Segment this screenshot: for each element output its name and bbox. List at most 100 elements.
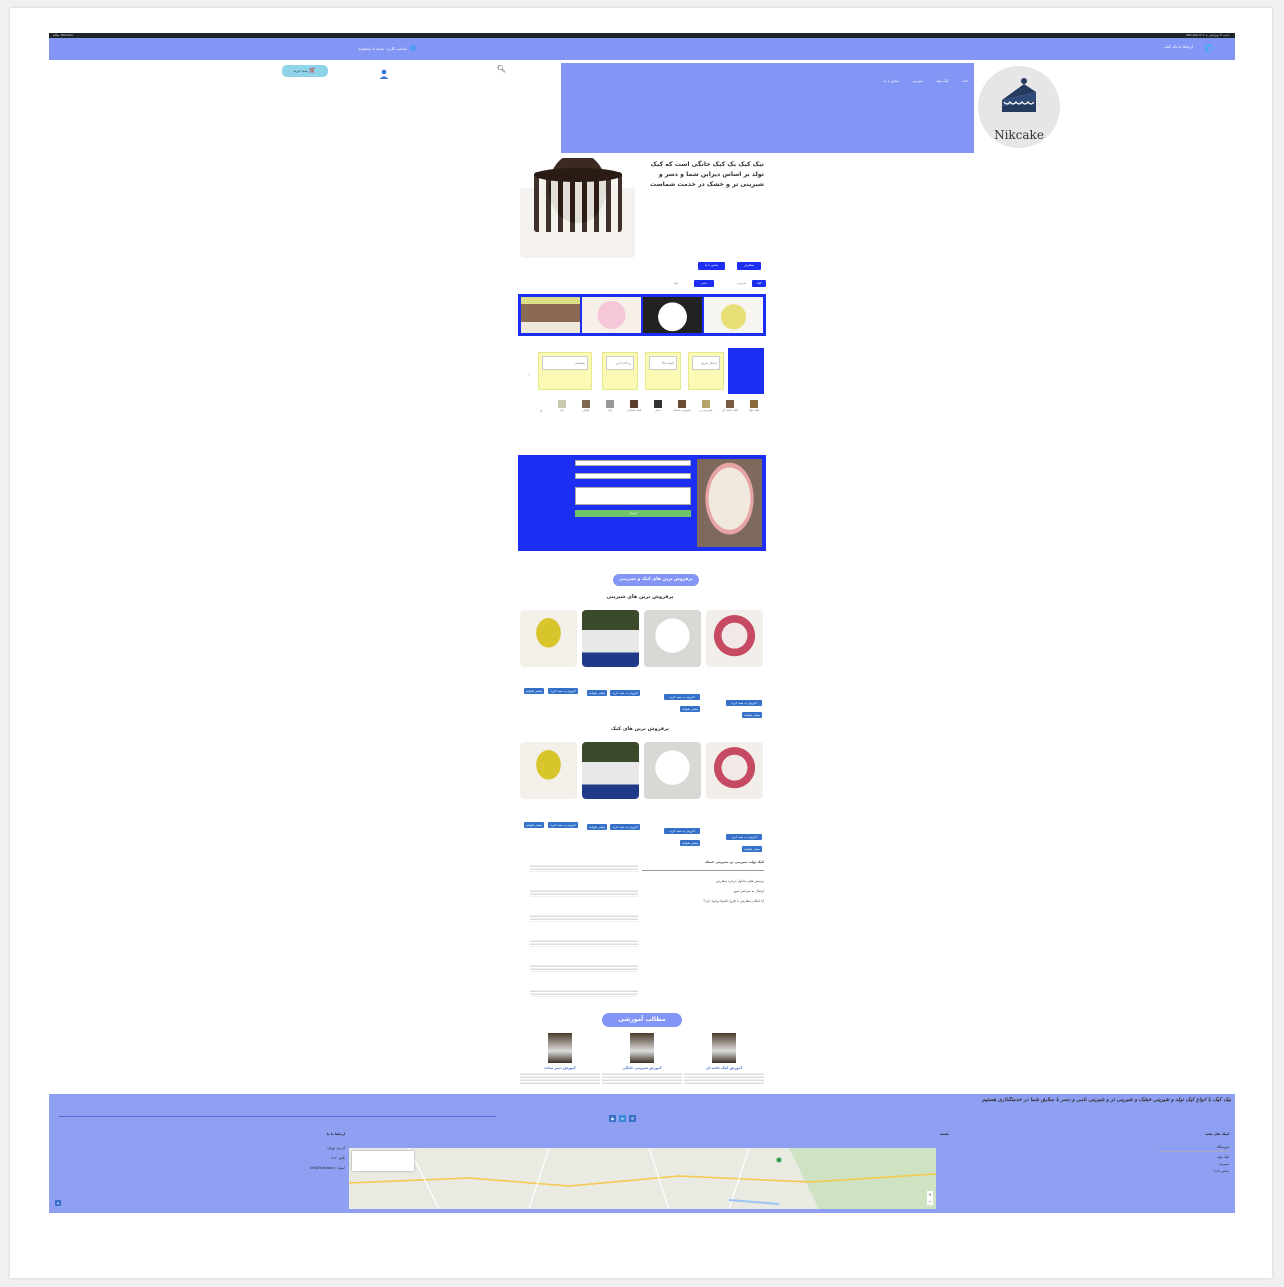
gallery-image[interactable]: [582, 297, 641, 333]
feature-card: پرداخت امن: [602, 352, 638, 390]
product-image[interactable]: [644, 742, 701, 799]
tag-0[interactable]: کیک: [752, 280, 766, 287]
search-icon[interactable]: 🔍︎: [497, 65, 506, 73]
read-more-button[interactable]: بیشتر بخوانید: [742, 846, 762, 852]
read-more-button[interactable]: بیشتر بخوانید: [680, 706, 700, 712]
add-to-cart-button[interactable]: افزودن به سبد خرید: [726, 700, 762, 706]
footer-link[interactable]: فروشگاه: [1159, 1144, 1229, 1152]
map-zoom-controls[interactable]: + −: [927, 1191, 933, 1205]
feature-label: ارسال سریع: [701, 361, 717, 365]
category-label: شیرینی خشک: [673, 408, 691, 412]
read-more-button[interactable]: بیشتر بخوانید: [587, 824, 607, 830]
category-item[interactable]: کیک فنجانی: [624, 400, 644, 452]
gallery-image[interactable]: [643, 297, 702, 333]
features-prev-icon[interactable]: ‹: [528, 372, 530, 378]
map-icon: [349, 1148, 936, 1209]
category-item[interactable]: کیک تولد: [744, 400, 764, 452]
map-info-card[interactable]: [352, 1151, 414, 1171]
articles-row: آموزش کیک خامه ای آموزش شیرینی خانگی آمو…: [520, 1033, 764, 1093]
read-more-button[interactable]: بیشتر بخوانید: [680, 840, 700, 846]
category-item[interactable]: ژله: [600, 400, 620, 452]
category-item[interactable]: شیرینی خشک: [672, 400, 692, 452]
categories-prev-icon[interactable]: ‹: [540, 408, 542, 415]
category-label: دسر: [655, 408, 661, 412]
faq-line[interactable]: آیا امکان سفارش با طرح دلخواه وجود دارد؟: [642, 899, 764, 903]
read-more-button[interactable]: بیشتر بخوانید: [524, 822, 544, 828]
nav-item-home[interactable]: خانه: [962, 79, 968, 83]
whatsapp-icon[interactable]: ✆: [629, 1115, 636, 1122]
nav-item-cake[interactable]: کیک تولد: [936, 79, 949, 83]
cart-icon: 🛒︎: [308, 67, 317, 74]
footer-links-title: لینک های مفید: [1205, 1132, 1229, 1136]
faq-line[interactable]: ارسال به سراسر شهر: [642, 889, 764, 893]
article-image: [548, 1033, 572, 1063]
category-label: شیرینی تر: [699, 408, 713, 412]
hero-tags: کیک شیرینی دسر تولد: [642, 280, 766, 288]
product-image[interactable]: [706, 610, 763, 667]
tag-3[interactable]: تولد: [673, 281, 678, 285]
category-item[interactable]: نان: [552, 400, 572, 452]
product-image[interactable]: [582, 610, 639, 667]
footer-link[interactable]: تماس با ما: [1159, 1169, 1229, 1173]
cart-button[interactable]: سبد خرید 🛒︎: [282, 65, 328, 77]
footer-link[interactable]: کیک تولد: [1159, 1155, 1229, 1159]
message-field[interactable]: [575, 487, 691, 505]
faq-paragraphs: [530, 864, 638, 1004]
feature-label: پرداخت امن: [615, 361, 631, 365]
instagram-icon[interactable]: ◉: [609, 1115, 616, 1122]
hero-contact-button[interactable]: تماس با ما: [698, 262, 725, 270]
add-to-cart-button[interactable]: افزودن به سبد خرید: [610, 690, 640, 696]
add-to-cart-button[interactable]: افزودن به سبد خرید: [548, 822, 578, 828]
site-logo[interactable]: Nikcake: [978, 66, 1060, 148]
phone-icon[interactable]: ✆: [1204, 42, 1213, 55]
article-title[interactable]: آموزش دسر ساده: [520, 1066, 600, 1070]
add-to-cart-button[interactable]: افزودن به سبد خرید: [664, 828, 700, 834]
product-image[interactable]: [520, 742, 577, 799]
contact-line[interactable]: ایمیل: info@nikcake.ir: [289, 1166, 345, 1170]
read-more-button[interactable]: بیشتر بخوانید: [742, 712, 762, 718]
category-item[interactable]: کوکی: [576, 400, 596, 452]
gallery-image[interactable]: [521, 297, 580, 333]
category-item[interactable]: شیرینی تر: [696, 400, 716, 452]
product-image[interactable]: [706, 742, 763, 799]
add-to-cart-button[interactable]: افزودن به سبد خرید: [726, 834, 762, 840]
hero-order-button[interactable]: سفارش: [737, 262, 761, 270]
article-card[interactable]: آموزش دسر ساده: [520, 1033, 600, 1084]
faq-title: کیک تولد، شیرینی تر، شیرینی خشک: [642, 860, 764, 871]
add-to-cart-button[interactable]: افزودن به سبد خرید: [610, 824, 640, 830]
read-more-button[interactable]: بیشتر بخوانید: [587, 690, 607, 696]
add-to-cart-button[interactable]: افزودن به سبد خرید: [548, 688, 578, 694]
gallery-image[interactable]: [704, 297, 763, 333]
footer-link[interactable]: شیرینی: [1159, 1162, 1229, 1166]
article-title[interactable]: آموزش شیرینی خانگی: [602, 1066, 682, 1070]
article-card[interactable]: آموزش کیک خامه ای: [684, 1033, 764, 1084]
user-icon[interactable]: [379, 64, 389, 79]
telegram-icon[interactable]: ➤: [619, 1115, 626, 1122]
submit-button[interactable]: ارسال: [575, 510, 691, 517]
nav-item-contact[interactable]: تماس با ما: [884, 79, 900, 83]
feature-label: پشتیبانی: [574, 361, 585, 365]
product-image[interactable]: [644, 610, 701, 667]
nav-item-sweets[interactable]: شیرینی: [912, 79, 923, 83]
sweets-title: پرفروش ترین های شیرینی: [606, 594, 674, 600]
category-item[interactable]: دسر: [648, 400, 668, 452]
sweets-products: افزودن به سبد خرید بیشتر بخوانید افزودن …: [520, 610, 764, 730]
category-item[interactable]: کیک خامه ای: [720, 400, 740, 452]
product-image[interactable]: [520, 610, 577, 667]
article-card[interactable]: آموزش شیرینی خانگی: [602, 1033, 682, 1084]
article-image: [630, 1033, 654, 1063]
footer-map[interactable]: + −: [349, 1148, 936, 1209]
scroll-top-icon[interactable]: ▴: [55, 1200, 61, 1206]
add-to-cart-button[interactable]: افزودن به سبد خرید: [664, 694, 700, 700]
article-title[interactable]: آموزش کیک خامه ای: [684, 1066, 764, 1070]
name-field[interactable]: [575, 460, 691, 466]
product-image[interactable]: [582, 742, 639, 799]
faq-line[interactable]: پرسش های متداول درباره سفارش: [642, 879, 764, 883]
tag-1[interactable]: شیرینی: [737, 281, 746, 285]
tag-2[interactable]: دسر: [694, 280, 714, 287]
read-more-button[interactable]: بیشتر بخوانید: [524, 688, 544, 694]
hero-text: نیک کیک یک کیک خانگی است که کیک تولد بر …: [650, 161, 764, 188]
email-field[interactable]: [575, 473, 691, 479]
category-label: کیک تولد: [748, 408, 760, 412]
header-band: خانه کیک تولد شیرینی تماس با ما: [561, 63, 974, 153]
